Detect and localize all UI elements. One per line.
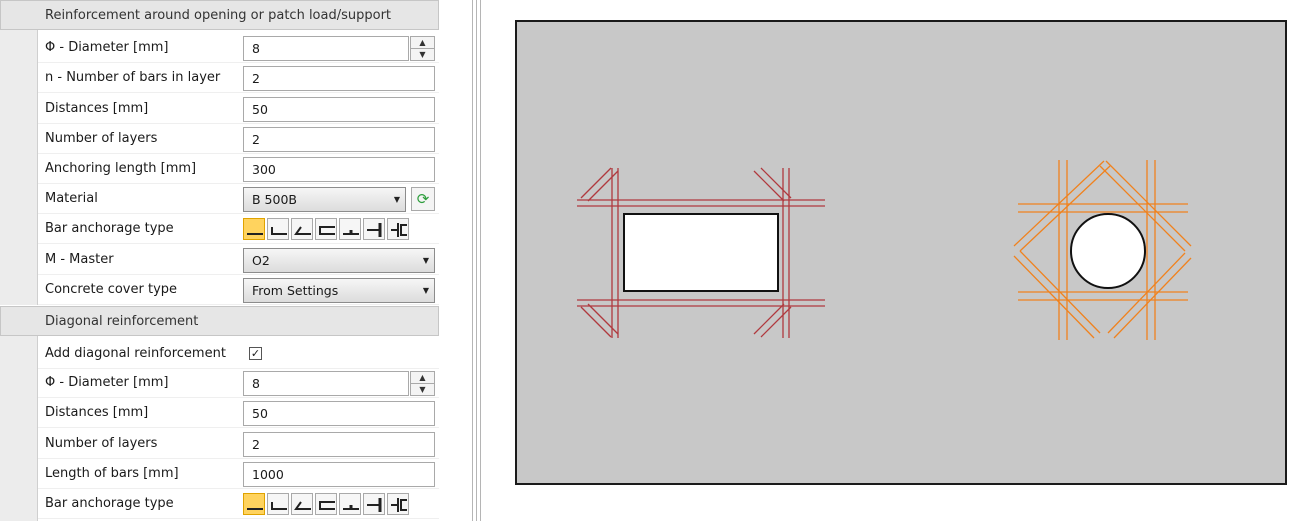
bars-in-layer-label: n - Number of bars in layer bbox=[45, 70, 221, 85]
anchorage-hook-button[interactable] bbox=[291, 493, 313, 515]
row-material: Material B 500B ▼ ⟳ bbox=[38, 184, 439, 214]
diag-distances-input[interactable]: 50 bbox=[243, 401, 435, 426]
section-title: Reinforcement around opening or patch lo… bbox=[45, 8, 392, 23]
row-add-diagonal: Add diagonal reinforcement ✓ bbox=[38, 339, 439, 369]
chevron-down-icon: ▼ bbox=[422, 256, 429, 265]
spin-down-icon[interactable]: ▼ bbox=[411, 384, 434, 395]
anchorage-bend-button[interactable] bbox=[267, 218, 289, 240]
section-header-diagonal[interactable]: Diagonal reinforcement bbox=[0, 306, 439, 336]
diag-length-label: Length of bars [mm] bbox=[45, 466, 179, 481]
distances-label: Distances [mm] bbox=[45, 101, 149, 116]
row-diameter: Φ - Diameter [mm] 8 ▲ ▼ bbox=[38, 33, 439, 63]
anchorage-bend-button[interactable] bbox=[267, 493, 289, 515]
refresh-icon[interactable]: ⟳ bbox=[411, 187, 435, 211]
row-master: M - Master O2 ▼ bbox=[38, 245, 439, 275]
master-label: M - Master bbox=[45, 252, 114, 267]
anchorage-label: Bar anchorage type bbox=[45, 221, 174, 236]
diag-layers-label: Number of layers bbox=[45, 436, 158, 451]
add-diagonal-checkbox[interactable]: ✓ bbox=[249, 347, 262, 360]
section-header-opening[interactable]: Reinforcement around opening or patch lo… bbox=[0, 0, 439, 30]
section-title: Diagonal reinforcement bbox=[45, 314, 199, 329]
anchorage-loop-button[interactable] bbox=[315, 218, 337, 240]
cover-select[interactable]: From Settings ▼ bbox=[243, 278, 435, 303]
diag-anchorage-label: Bar anchorage type bbox=[45, 496, 174, 511]
row-bars-in-layer: n - Number of bars in layer 2 bbox=[38, 63, 439, 93]
diag-diameter-spinner[interactable]: ▲ ▼ bbox=[410, 371, 435, 396]
circular-opening bbox=[1070, 213, 1146, 289]
bars-in-layer-input[interactable]: 2 bbox=[243, 66, 435, 91]
layers-label: Number of layers bbox=[45, 131, 158, 146]
spin-up-icon[interactable]: ▲ bbox=[411, 37, 434, 49]
diameter-label: Φ - Diameter [mm] bbox=[45, 40, 169, 55]
spin-down-icon[interactable]: ▼ bbox=[411, 49, 434, 60]
row-cover: Concrete cover type From Settings ▼ bbox=[38, 275, 439, 305]
row-diag-layers: Number of layers 2 bbox=[38, 429, 439, 459]
master-value: O2 bbox=[252, 253, 270, 268]
add-diagonal-label: Add diagonal reinforcement bbox=[45, 346, 226, 361]
anchorage-endplate-button[interactable] bbox=[363, 218, 385, 240]
chevron-down-icon: ▼ bbox=[422, 286, 429, 295]
anchorage-hook-button[interactable] bbox=[291, 218, 313, 240]
diag-length-input[interactable]: 1000 bbox=[243, 462, 435, 487]
material-select[interactable]: B 500B ▼ bbox=[243, 187, 406, 212]
anchoring-label: Anchoring length [mm] bbox=[45, 161, 197, 176]
row-diag-distances: Distances [mm] 50 bbox=[38, 398, 439, 428]
panel-splitter[interactable] bbox=[470, 0, 484, 521]
master-select[interactable]: O2 ▼ bbox=[243, 248, 435, 273]
anchorage-loop-button[interactable] bbox=[315, 493, 337, 515]
spin-up-icon[interactable]: ▲ bbox=[411, 372, 434, 384]
chevron-down-icon: ▼ bbox=[393, 195, 400, 204]
row-diag-length: Length of bars [mm] 1000 bbox=[38, 459, 439, 489]
row-layers: Number of layers 2 bbox=[38, 124, 439, 154]
distances-input[interactable]: 50 bbox=[243, 97, 435, 122]
section-gutter bbox=[0, 30, 38, 305]
row-distances: Distances [mm] 50 bbox=[38, 94, 439, 124]
check-icon: ✓ bbox=[250, 347, 261, 360]
anchorage-plate-button[interactable] bbox=[339, 493, 361, 515]
anchorage-straight-button[interactable] bbox=[243, 493, 265, 515]
anchorage-type-group bbox=[243, 218, 411, 242]
anchorage-endplate-button[interactable] bbox=[363, 493, 385, 515]
anchorage-plate-button[interactable] bbox=[339, 218, 361, 240]
diag-diameter-input[interactable]: 8 bbox=[243, 371, 409, 396]
anchorage-coupler-button[interactable] bbox=[387, 218, 409, 240]
preview-canvas[interactable] bbox=[515, 20, 1287, 485]
section-gutter bbox=[0, 336, 38, 521]
material-label: Material bbox=[45, 191, 98, 206]
rectangular-opening bbox=[623, 213, 779, 292]
anchorage-type-group bbox=[243, 493, 411, 517]
cover-value: From Settings bbox=[252, 283, 339, 298]
diameter-input[interactable]: 8 bbox=[243, 36, 409, 61]
diag-diameter-label: Φ - Diameter [mm] bbox=[45, 375, 169, 390]
row-diag-anchorage: Bar anchorage type bbox=[38, 489, 439, 519]
row-anchorage: Bar anchorage type bbox=[38, 214, 439, 244]
properties-panel: Reinforcement around opening or patch lo… bbox=[0, 0, 440, 521]
anchorage-coupler-button[interactable] bbox=[387, 493, 409, 515]
diag-distances-label: Distances [mm] bbox=[45, 405, 149, 420]
cover-label: Concrete cover type bbox=[45, 282, 178, 297]
diag-layers-input[interactable]: 2 bbox=[243, 432, 435, 457]
row-anchoring: Anchoring length [mm] 300 bbox=[38, 154, 439, 184]
layers-input[interactable]: 2 bbox=[243, 127, 435, 152]
anchoring-input[interactable]: 300 bbox=[243, 157, 435, 182]
anchorage-straight-button[interactable] bbox=[243, 218, 265, 240]
material-value: B 500B bbox=[252, 192, 297, 207]
diameter-spinner[interactable]: ▲ ▼ bbox=[410, 36, 435, 61]
row-diag-diameter: Φ - Diameter [mm] 8 ▲ ▼ bbox=[38, 368, 439, 398]
